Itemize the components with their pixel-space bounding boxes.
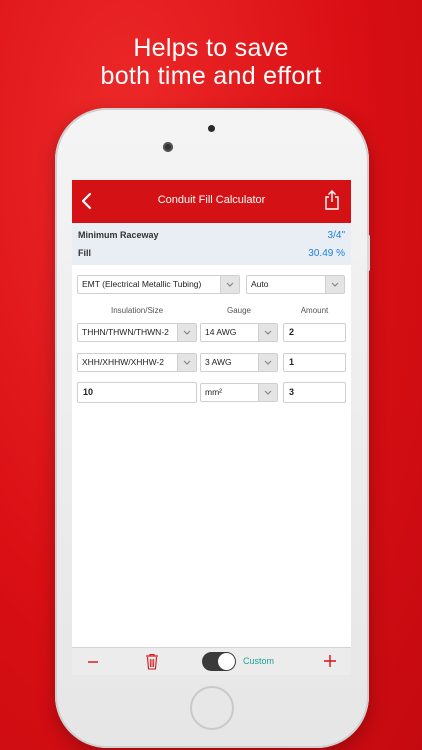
- amount-input[interactable]: 1: [283, 353, 346, 372]
- chevron-down-icon: [258, 324, 277, 341]
- headline-line-1: Helps to save: [133, 34, 289, 62]
- amount-input[interactable]: 2: [283, 323, 346, 342]
- column-header-gauge: Gauge: [226, 306, 252, 315]
- fill-value: 30.49 %: [308, 248, 345, 259]
- earpiece-dot: [208, 125, 215, 132]
- insulation-select[interactable]: XHH/XHHW/XHHW-2: [77, 353, 197, 372]
- headline-line-2: both time and effort: [100, 62, 322, 90]
- chevron-down-icon: [220, 276, 239, 293]
- column-header-insulation: Insulation/Size: [110, 306, 164, 315]
- gauge-value: 3 AWG: [205, 357, 232, 367]
- bottom-toolbar: Custom: [72, 647, 351, 675]
- chevron-down-icon: [258, 354, 277, 371]
- gauge-select[interactable]: 3 AWG: [200, 353, 278, 372]
- gauge-value: 14 AWG: [205, 327, 237, 337]
- insulation-value: THHN/THWN/THWN-2: [82, 327, 169, 337]
- custom-size-input[interactable]: 10: [77, 382, 197, 403]
- promo-headline: Helps to save both time and effort: [0, 34, 422, 90]
- home-button[interactable]: [190, 686, 234, 730]
- nav-bar: Conduit Fill Calculator: [72, 180, 351, 223]
- share-icon[interactable]: [323, 189, 341, 211]
- custom-toggle[interactable]: [202, 652, 236, 671]
- conduit-type-value: EMT (Electrical Metallic Tubing): [82, 279, 202, 289]
- minimum-raceway-value: 3/4": [327, 230, 345, 241]
- phone-side-button: [367, 235, 370, 271]
- insulation-select[interactable]: THHN/THWN/THWN-2: [77, 323, 197, 342]
- conduit-type-select[interactable]: EMT (Electrical Metallic Tubing): [77, 275, 240, 294]
- minus-icon[interactable]: [86, 655, 100, 674]
- fill-label: Fill: [78, 248, 91, 258]
- column-header-amount: Amount: [300, 306, 329, 315]
- fill-row: Fill 30.49 %: [78, 248, 345, 266]
- gauge-select[interactable]: 14 AWG: [200, 323, 278, 342]
- chevron-down-icon: [325, 276, 344, 293]
- toggle-knob: [218, 653, 235, 670]
- result-summary: Minimum Raceway 3/4" Fill 30.49 %: [72, 223, 351, 265]
- conduit-size-select[interactable]: Auto: [246, 275, 345, 294]
- amount-input[interactable]: 3: [283, 382, 346, 403]
- unit-value: mm²: [205, 387, 222, 397]
- minimum-raceway-row: Minimum Raceway 3/4": [78, 230, 345, 248]
- trash-icon[interactable]: [145, 653, 159, 675]
- unit-select[interactable]: mm²: [200, 383, 278, 402]
- custom-toggle-label: Custom: [243, 656, 275, 666]
- minimum-raceway-label: Minimum Raceway: [78, 230, 159, 240]
- app-screen: Conduit Fill Calculator Minimum Raceway …: [72, 180, 351, 675]
- chevron-down-icon: [177, 324, 196, 341]
- conduit-size-value: Auto: [251, 279, 269, 289]
- chevron-down-icon: [258, 384, 277, 401]
- page-title: Conduit Fill Calculator: [157, 194, 266, 206]
- insulation-value: XHH/XHHW/XHHW-2: [82, 357, 165, 367]
- chevron-down-icon: [177, 354, 196, 371]
- front-camera: [163, 142, 173, 152]
- plus-icon[interactable]: [323, 654, 337, 673]
